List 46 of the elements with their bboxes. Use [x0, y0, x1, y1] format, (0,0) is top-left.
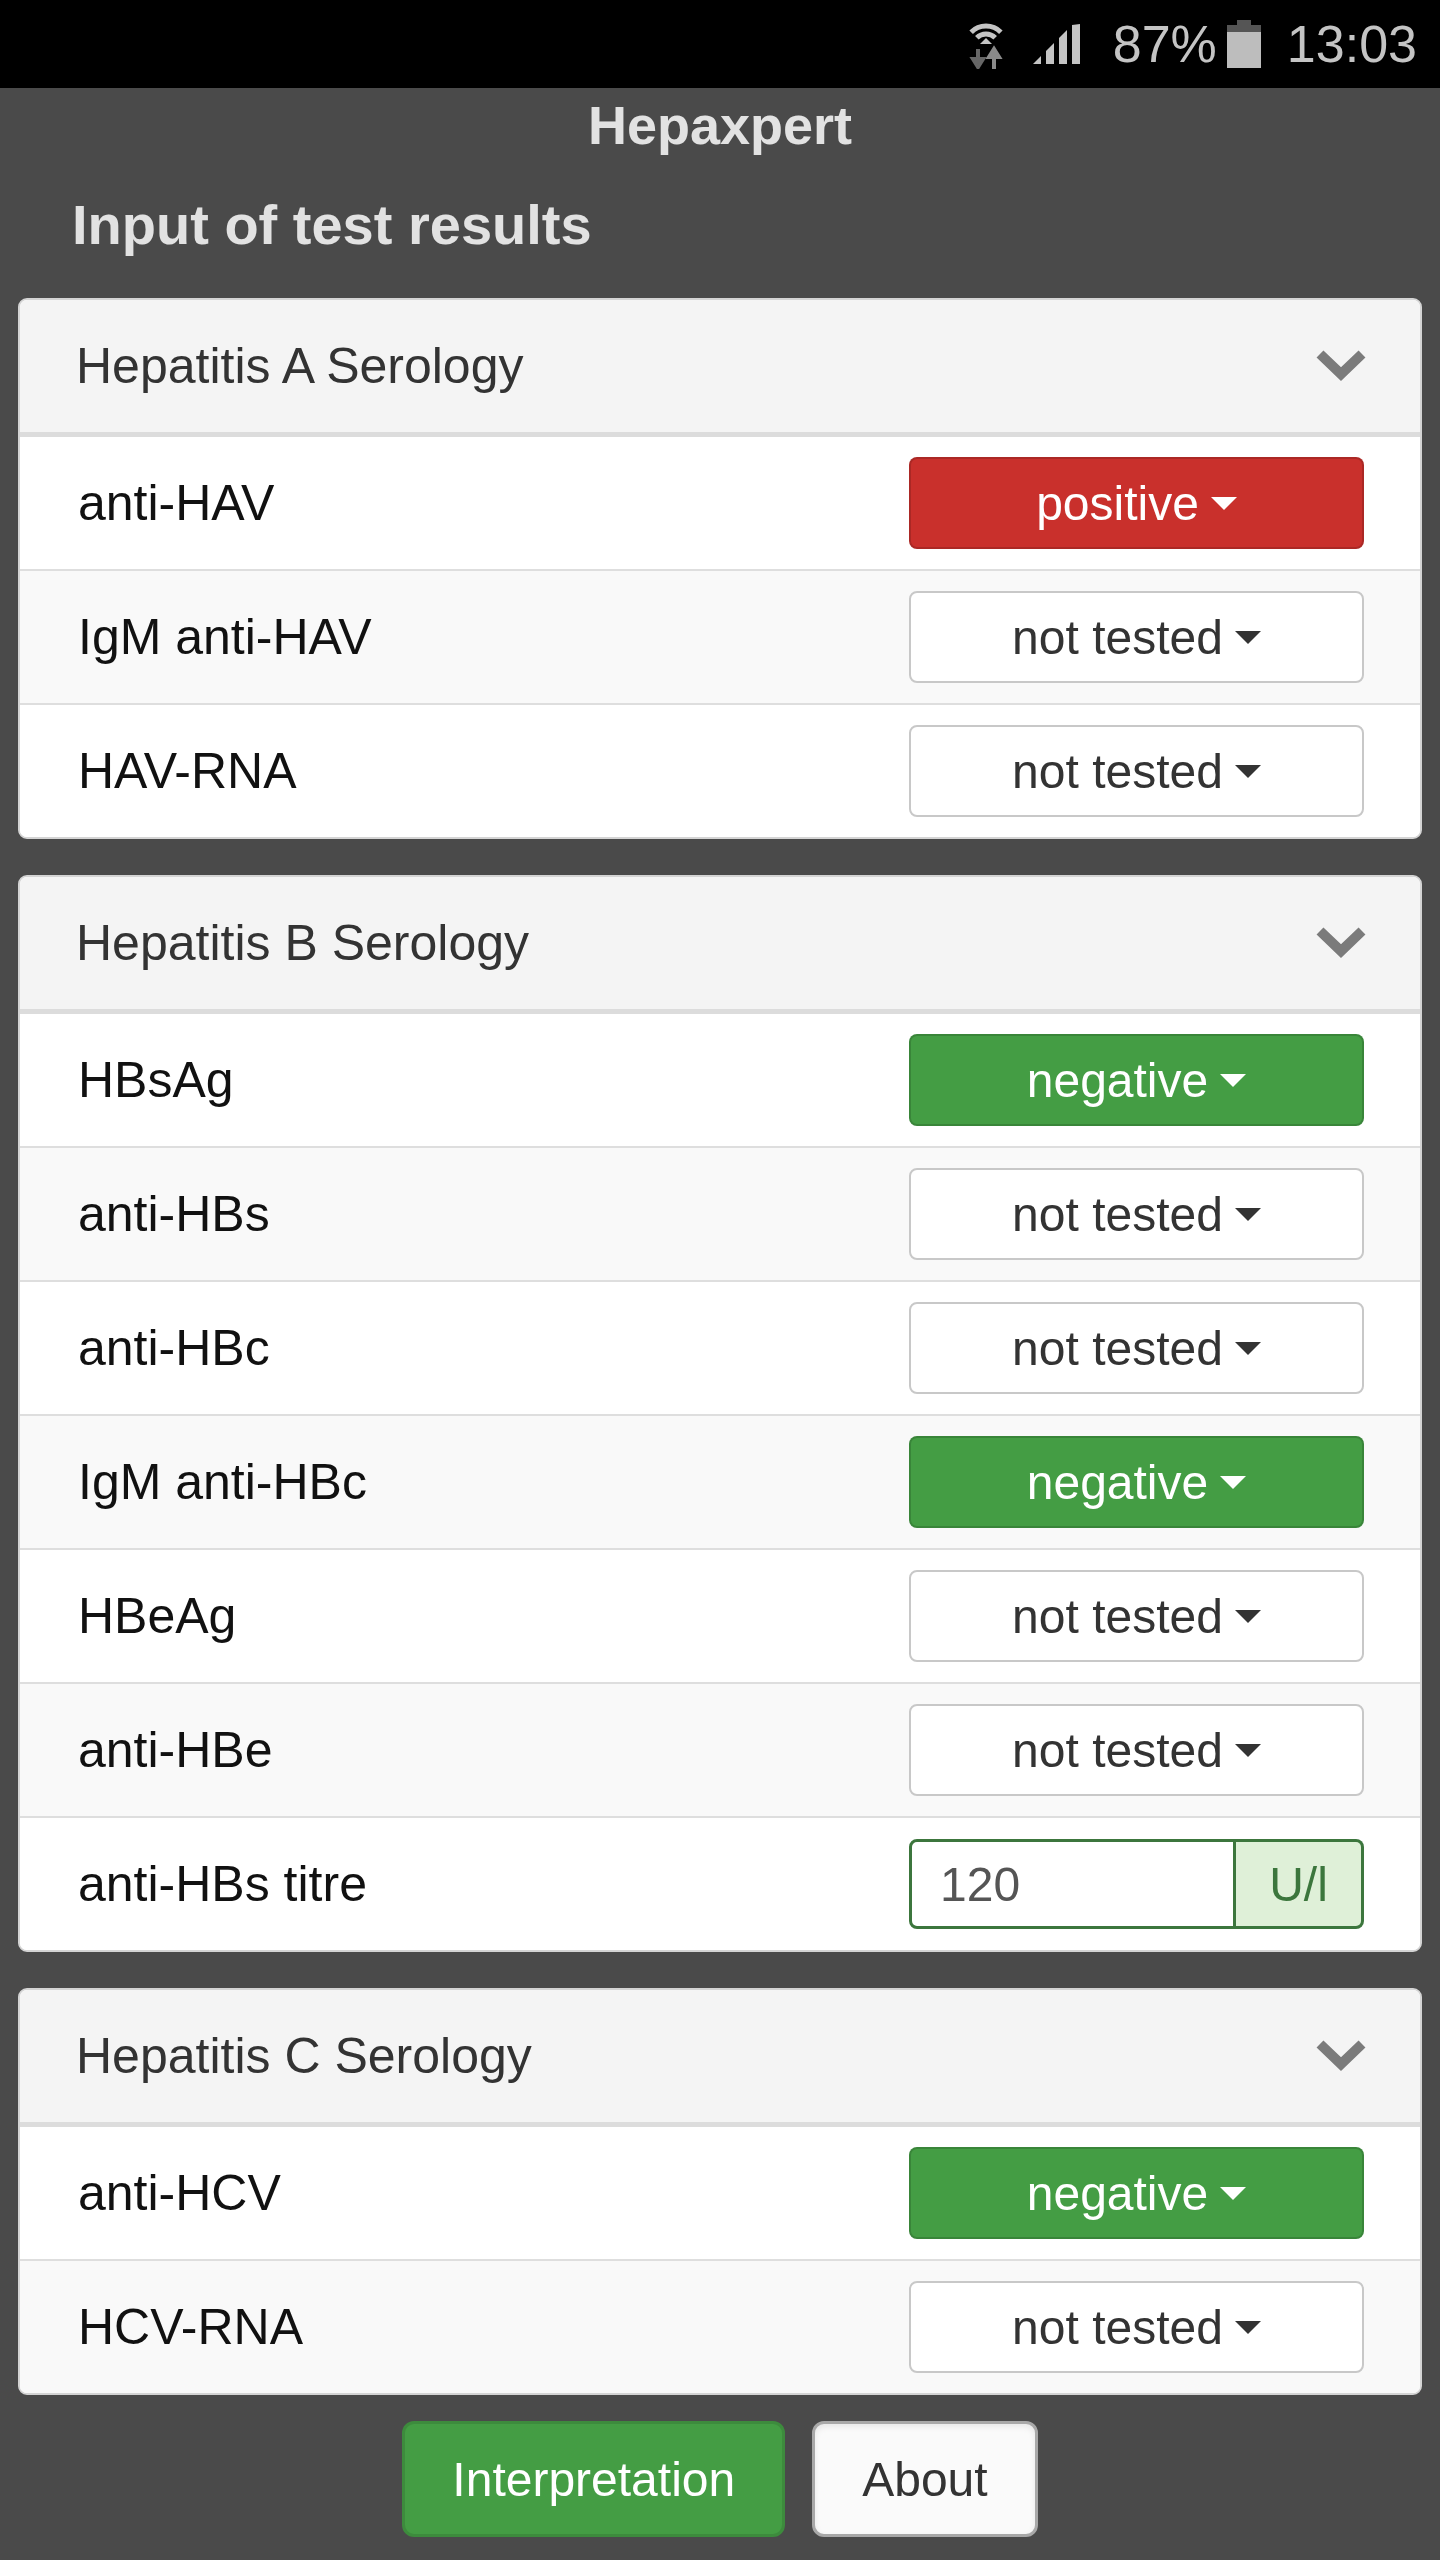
- panel-title: Hepatitis A Serology: [76, 337, 524, 395]
- panel-header[interactable]: Hepatitis A Serology: [20, 300, 1420, 437]
- about-button[interactable]: About: [812, 2421, 1038, 2537]
- caret-icon: [1234, 1207, 1261, 1221]
- caret-icon: [1220, 2186, 1247, 2200]
- test-name: HBeAg: [78, 1587, 237, 1645]
- app-title: Hepaxpert: [587, 94, 853, 157]
- caret-icon: [1220, 1475, 1247, 1489]
- battery-percent: 87%: [1112, 14, 1217, 74]
- panel-header[interactable]: Hepatitis B Serology: [20, 877, 1420, 1014]
- panel-header[interactable]: Hepatitis C Serology: [20, 1990, 1420, 2127]
- signal-icon: [1032, 24, 1081, 64]
- result-dropdown[interactable]: not tested: [909, 1168, 1364, 1260]
- caret-icon: [1234, 630, 1261, 644]
- caret-icon: [1234, 2320, 1261, 2334]
- test-name: anti-HBs titre: [78, 1855, 367, 1913]
- result-dropdown[interactable]: not tested: [909, 591, 1364, 683]
- caret-icon: [1234, 764, 1261, 778]
- test-name: IgM anti-HAV: [78, 608, 372, 666]
- test-name: anti-HAV: [78, 474, 275, 532]
- result-dropdown[interactable]: not tested: [909, 1570, 1364, 1662]
- result-dropdown[interactable]: not tested: [909, 1704, 1364, 1796]
- test-name: anti-HBc: [78, 1319, 270, 1377]
- result-dropdown[interactable]: not tested: [909, 725, 1364, 817]
- page-heading: Input of test results: [72, 192, 592, 258]
- battery-icon: [1226, 20, 1261, 68]
- caret-icon: [1234, 1609, 1261, 1623]
- test-name: anti-HCV: [78, 2164, 281, 2222]
- caret-icon: [1234, 1743, 1261, 1757]
- test-name: IgM anti-HBc: [78, 1453, 367, 1511]
- result-dropdown[interactable]: positive: [909, 457, 1364, 549]
- test-name: HBsAg: [78, 1051, 234, 1109]
- test-name: anti-HBe: [78, 1721, 273, 1779]
- test-name: HCV-RNA: [78, 2298, 304, 2356]
- test-name: anti-HBs: [78, 1185, 270, 1243]
- titre-input[interactable]: 120: [909, 1839, 1236, 1929]
- unit-label: U/l: [1236, 1839, 1364, 1929]
- test-name: HAV-RNA: [78, 742, 297, 800]
- result-dropdown[interactable]: not tested: [909, 1302, 1364, 1394]
- clock-time: 13:03: [1286, 14, 1417, 74]
- panel-title: Hepatitis C Serology: [76, 2027, 532, 2085]
- caret-icon: [1210, 496, 1237, 510]
- panel-title: Hepatitis B Serology: [76, 914, 529, 972]
- result-dropdown[interactable]: not tested: [909, 2281, 1364, 2373]
- caret-icon: [1234, 1341, 1261, 1355]
- caret-icon: [1220, 1073, 1247, 1087]
